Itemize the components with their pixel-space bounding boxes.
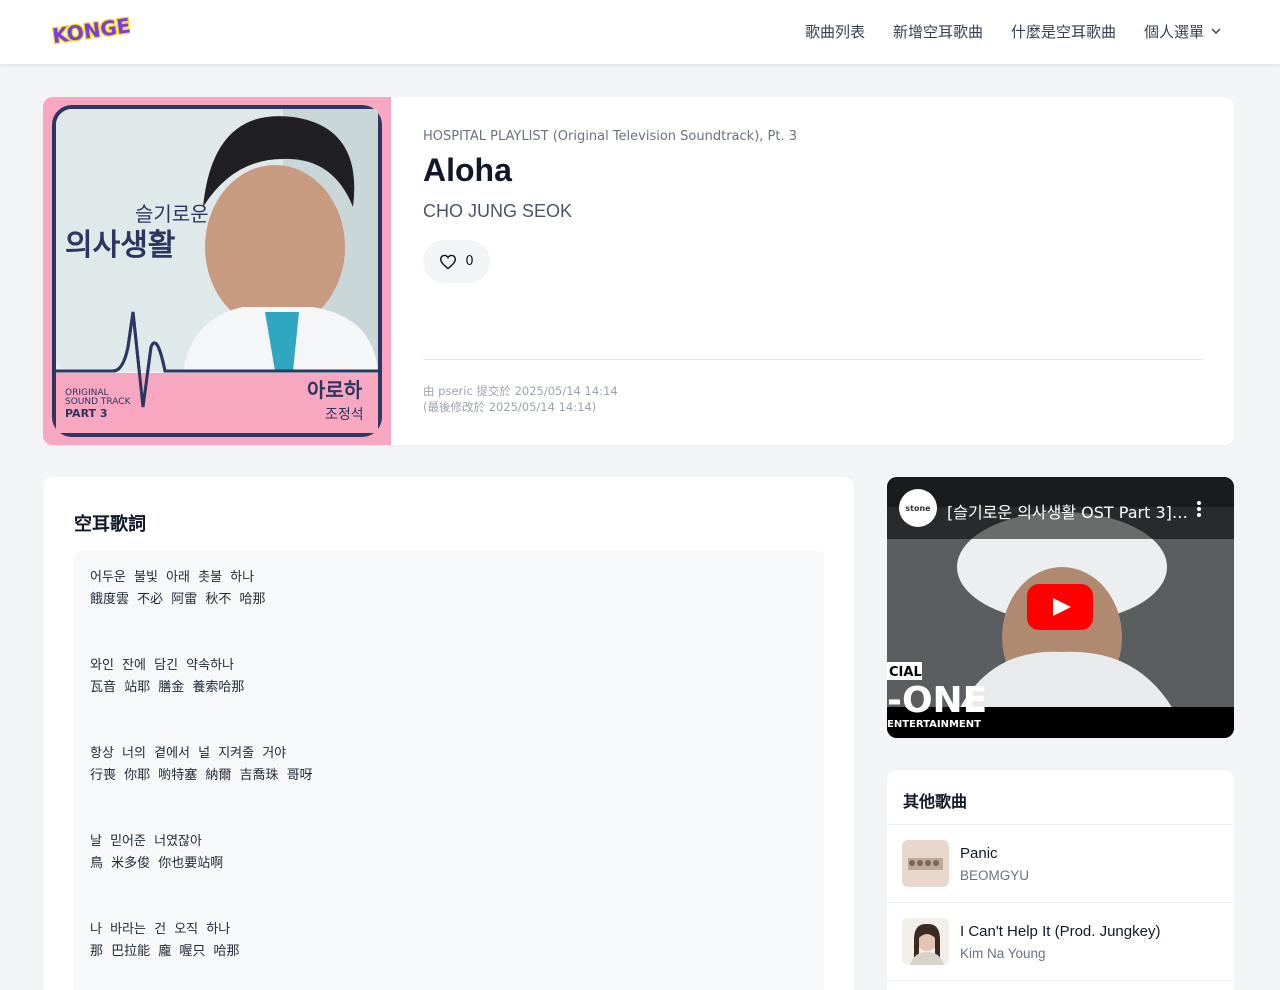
- other-song-item[interactable]: Panic BEOMGYU: [887, 825, 1234, 903]
- modified-info: (最後修改於 2025/05/14 14:14): [423, 400, 597, 414]
- cover-show-title: 슬기로운: [135, 202, 209, 226]
- song-detail-card: 슬기로운 의사생활 ORIGINAL SOUND TRACK PART 3 아로…: [43, 97, 1234, 445]
- video-title[interactable]: [슬기로운 의사생활 OST Part 3] 조정석 - 아로하: [947, 499, 1190, 523]
- song-info: HOSPITAL PLAYLIST (Original Television S…: [423, 97, 1204, 445]
- lyric-kongear-line: 鳥 米多俊 你也要站啊: [90, 856, 224, 871]
- other-song-item[interactable]: I Can't Help It (Prod. Jungkey) Kim Na Y…: [887, 903, 1234, 981]
- other-song-artist: Kim Na Young: [960, 946, 1046, 961]
- channel-avatar[interactable]: stone: [899, 489, 937, 527]
- like-count: 0: [465, 254, 474, 269]
- lyric-kongear-line: 瓦音 站耶 膳金 養索哈那: [90, 680, 245, 695]
- chevron-down-icon: [1211, 28, 1221, 35]
- lyric-korean-line: 항상 너의 곁에서 널 지켜줄 거야: [90, 746, 287, 761]
- lyrics-heading: 空耳歌詞: [74, 514, 146, 535]
- nav-user-menu[interactable]: 個人選單: [1144, 21, 1222, 42]
- lyric-kongear-line: 那 巴拉能 龐 喔只 哈那: [90, 944, 240, 959]
- play-icon[interactable]: [1027, 584, 1093, 630]
- kongear-logo[interactable]: KONGEAR: [48, 6, 130, 54]
- lyrics-card: 空耳歌詞 어두운 불빛 아래 촛불 하나 餓度雲 不必 阿雷 秋不 哈那 와인 …: [43, 477, 854, 990]
- other-song-artist: BEOMGYU: [960, 868, 1030, 883]
- lyrics-stanza: 날 믿어준 너였잖아 鳥 米多俊 你也要站啊: [90, 831, 808, 875]
- nav-add-song[interactable]: 新增空耳歌曲: [893, 21, 983, 42]
- nav-what-is-label: 什麼是空耳歌曲: [1010, 22, 1116, 41]
- lyrics-content: 어두운 불빛 아래 촛불 하나 餓度雲 不必 阿雷 秋不 哈那 와인 잔에 담긴…: [74, 551, 824, 990]
- nav-song-list-label: 歌曲列表: [804, 22, 865, 41]
- cover-show-title-2: 의사생활: [65, 228, 175, 263]
- lyric-korean-line: 날 믿어준 너였잖아: [90, 834, 202, 849]
- lyric-kongear-line: 餓度雲 不必 阿雷 秋不 哈那: [90, 592, 266, 607]
- lyric-korean-line: 어두운 불빛 아래 촛불 하나: [90, 570, 255, 585]
- overlay-text-2: -ONE: [887, 680, 987, 721]
- cover-artist-korean: 조정석: [325, 407, 364, 423]
- nav-what-is[interactable]: 什麼是空耳歌曲: [1011, 21, 1116, 42]
- heart-icon: [440, 254, 457, 270]
- song-title: Aloha: [423, 152, 512, 188]
- cover-ost-3: PART 3: [65, 407, 108, 420]
- svg-text:KONGEAR: KONGEAR: [51, 9, 130, 48]
- lyrics-stanza: 항상 너의 곁에서 널 지켜줄 거야 行喪 你耶 喲特塞 納爾 吉喬珠 哥呀: [90, 743, 808, 787]
- song-artist[interactable]: CHO JUNG SEOK: [423, 201, 572, 222]
- lyrics-stanza: 나 바라는 건 오직 하나 那 巴拉能 龐 喔只 哈那: [90, 919, 808, 963]
- main-nav: 歌曲列表 新增空耳歌曲 什麼是空耳歌曲 個人選單: [805, 0, 1222, 62]
- lyrics-stanza: 와인 잔에 담긴 약속하나 瓦音 站耶 膳金 養索哈那: [90, 655, 808, 699]
- song-thumbnail: [902, 918, 949, 965]
- youtube-embed[interactable]: CIAL -ONE ENTERTAINMENT stone [슬기로운 의사생활…: [887, 477, 1234, 738]
- like-button[interactable]: 0: [423, 240, 490, 283]
- submission-meta: 由 pseric 提交於 2025/05/14 14:14 (最後修改於 202…: [423, 383, 618, 415]
- submitted-info: 由 pseric 提交於 2025/05/14 14:14: [423, 384, 618, 398]
- album-name: HOSPITAL PLAYLIST (Original Television S…: [423, 129, 797, 144]
- channel-name: stone: [905, 503, 931, 513]
- other-song-title: Panic: [960, 845, 998, 862]
- divider: [423, 359, 1204, 360]
- overlay-text-1: CIAL: [889, 665, 922, 680]
- nav-user-menu-label: 個人選單: [1143, 22, 1204, 41]
- other-songs-list: Panic BEOMGYU I Can't Help It (Prod. Jun…: [887, 824, 1234, 981]
- other-song-title: I Can't Help It (Prod. Jungkey): [960, 923, 1161, 940]
- other-songs-card: 其他歌曲 Panic BEOMGYU I Can't Help It (Prod…: [887, 770, 1234, 990]
- cover-ost-2: SOUND TRACK: [65, 397, 132, 407]
- lyrics-stanza: 어두운 불빛 아래 촛불 하나 餓度雲 不必 阿雷 秋不 哈那: [90, 567, 808, 611]
- album-cover: 슬기로운 의사생활 ORIGINAL SOUND TRACK PART 3 아로…: [43, 97, 391, 445]
- nav-song-list[interactable]: 歌曲列表: [805, 21, 865, 42]
- lyric-korean-line: 나 바라는 건 오직 하나: [90, 922, 231, 937]
- overlay-text-3: ENTERTAINMENT: [887, 719, 981, 730]
- lyric-kongear-line: 行喪 你耶 喲特塞 納爾 吉喬珠 哥呀: [90, 768, 313, 783]
- nav-add-song-label: 新增空耳歌曲: [892, 22, 983, 41]
- other-songs-heading: 其他歌曲: [903, 792, 968, 811]
- top-navbar: KONGEAR 歌曲列表 新增空耳歌曲 什麼是空耳歌曲 個人選單: [0, 0, 1280, 65]
- cover-song-korean: 아로하: [307, 378, 363, 402]
- more-options-icon[interactable]: [1192, 499, 1206, 519]
- lyric-korean-line: 와인 잔에 담긴 약속하나: [90, 658, 234, 673]
- song-thumbnail: [902, 840, 949, 887]
